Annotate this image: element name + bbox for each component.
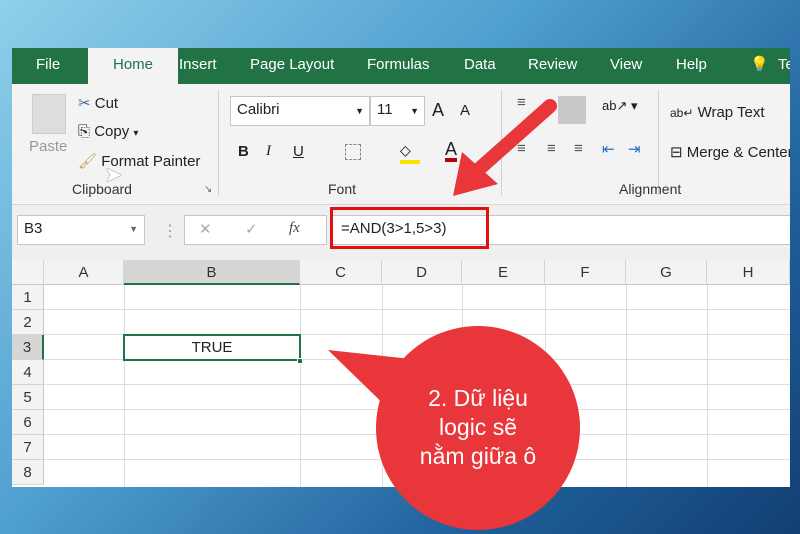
red-arrow-icon	[453, 99, 557, 196]
callout-line: nằm giữa ô	[419, 443, 537, 469]
mouse-cursor-icon: ➤	[104, 162, 123, 187]
callout-text: 2. Dữ liệu logic sẽ nằm giữa ô	[376, 384, 580, 471]
callout-line: 2. Dữ liệu	[428, 385, 528, 411]
callout-line: logic sẽ	[439, 414, 517, 440]
